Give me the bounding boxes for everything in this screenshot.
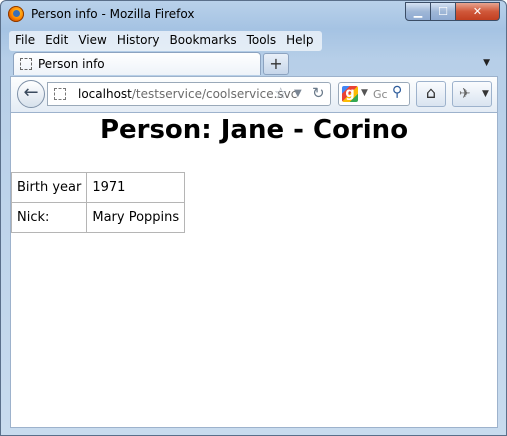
new-tab-button[interactable]: + [263, 53, 289, 75]
close-button[interactable]: ✕ [456, 2, 500, 21]
row-label: Nick: [11, 202, 88, 233]
search-icon[interactable]: ⚲ [392, 84, 402, 100]
menu-bar: File Edit View History Bookmarks Tools H… [9, 31, 322, 51]
search-input[interactable]: Gc [373, 88, 388, 101]
navigation-toolbar: ← localhost/testservice/coolservice.svc … [10, 76, 498, 112]
addon-dropdown-icon[interactable]: ▼ [482, 89, 489, 99]
url-host: localhost [78, 87, 132, 101]
page-icon [20, 58, 32, 70]
addon-icon: ✈ [459, 86, 471, 102]
window-controls: ▁ ☐ ✕ [405, 2, 500, 22]
reload-icon[interactable]: ↻ [312, 84, 325, 102]
menu-edit[interactable]: Edit [41, 31, 74, 51]
row-label: Birth year [11, 172, 88, 203]
menu-view[interactable]: View [74, 31, 112, 51]
home-icon: ⌂ [425, 83, 437, 102]
home-button[interactable]: ⌂ [416, 81, 446, 107]
menu-file[interactable]: File [11, 31, 41, 51]
search-bar[interactable]: g ▼ Gc ⚲ [338, 82, 410, 106]
url-path: /testservice/coolservice.svc [131, 87, 298, 101]
table-row: Birth year 1971 [11, 172, 186, 203]
back-arrow-icon: ← [23, 82, 39, 103]
list-all-tabs-icon[interactable]: ▼ [483, 58, 490, 68]
tab-label: Person info [38, 57, 105, 71]
url-bar[interactable]: localhost/testservice/coolservice.svc ☆ … [47, 82, 331, 106]
menu-bookmarks[interactable]: Bookmarks [166, 31, 243, 51]
person-info-table: Birth year 1971 Nick: Mary Poppins [11, 172, 186, 233]
bookmark-star-icon[interactable]: ☆ [274, 84, 287, 102]
menu-help[interactable]: Help [282, 31, 319, 51]
google-icon[interactable]: g [342, 86, 358, 102]
row-value: 1971 [86, 172, 186, 203]
row-value: Mary Poppins [86, 202, 186, 233]
history-dropdown-icon[interactable]: ▼ [294, 88, 302, 99]
menu-history[interactable]: History [113, 31, 166, 51]
browser-window: Person info - Mozilla Firefox ▁ ☐ ✕ File… [0, 0, 507, 436]
table-row: Nick: Mary Poppins [11, 202, 186, 233]
title-bar: Person info - Mozilla Firefox ▁ ☐ ✕ [1, 1, 506, 29]
back-button[interactable]: ← [17, 80, 45, 108]
page-content: Person: Jane - Corino Birth year 1971 Ni… [10, 112, 498, 428]
url-text[interactable]: localhost/testservice/coolservice.svc [78, 87, 297, 101]
menu-tools[interactable]: Tools [243, 31, 283, 51]
minimize-button[interactable]: ▁ [405, 2, 431, 21]
addon-button[interactable]: ✈ ▼ [452, 81, 492, 107]
site-identity-icon[interactable] [54, 88, 66, 100]
tab-person-info[interactable]: Person info [13, 52, 261, 75]
page-heading: Person: Jane - Corino [99, 115, 409, 145]
window-title: Person info - Mozilla Firefox [31, 7, 195, 21]
maximize-button[interactable]: ☐ [431, 2, 456, 21]
firefox-icon [8, 6, 24, 22]
tab-strip: Person info + ▼ [1, 52, 506, 76]
search-engine-dropdown-icon[interactable]: ▼ [361, 88, 368, 98]
